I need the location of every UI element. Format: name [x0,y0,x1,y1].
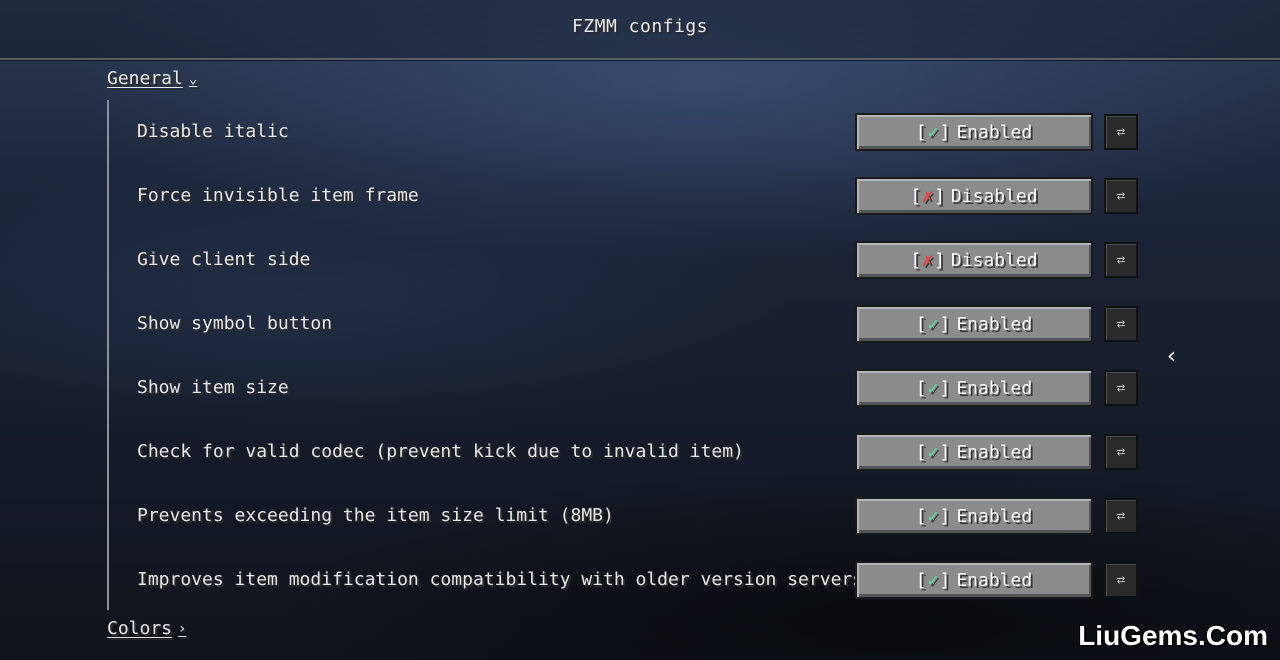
reset-icon[interactable]: ⇄ [1104,434,1138,470]
toggle-button-check-valid-codec[interactable]: [✓] Enabled [855,433,1093,471]
section-general-label: General [107,68,183,89]
toggle-state: Enabled [956,313,1033,335]
option-row: Disable italic [✓] Enabled ⇄ [137,113,1138,151]
option-row: Check for valid codec (prevent kick due … [137,433,1138,471]
option-label: Disable italic [137,121,289,142]
section-colors-label: Colors [107,618,173,639]
chevron-left-icon[interactable]: ‹ [1165,344,1178,369]
title-bar: FZMM configs [0,0,1280,60]
toggle-state: Enabled [956,441,1033,463]
check-icon: [✓] [915,377,951,399]
option-row: Force invisible item frame [✗] Disabled … [137,177,1138,215]
page-title: FZMM configs [571,16,709,37]
chevron-right-icon: › [178,620,187,637]
toggle-button-disable-italic[interactable]: [✓] Enabled [855,113,1093,151]
toggle-state: Disabled [950,185,1038,207]
check-icon: [✓] [915,569,951,591]
reset-icon[interactable]: ⇄ [1104,498,1138,534]
toggle-button-item-size-limit[interactable]: [✓] Enabled [855,497,1093,535]
option-label: Give client side [137,249,311,270]
reset-icon[interactable]: ⇄ [1104,370,1138,406]
reset-icon[interactable]: ⇄ [1104,306,1138,342]
toggle-button-give-client-side[interactable]: [✗] Disabled [855,241,1093,279]
reset-icon[interactable]: ⇄ [1104,114,1138,150]
section-colors-header[interactable]: Colors › [107,618,186,639]
reset-icon[interactable]: ⇄ [1104,178,1138,214]
toggle-state: Enabled [956,569,1033,591]
toggle-state: Enabled [956,377,1033,399]
toggle-state: Enabled [956,121,1033,143]
reset-icon[interactable]: ⇄ [1104,562,1138,598]
toggle-button-force-invisible-item-frame[interactable]: [✗] Disabled [855,177,1093,215]
option-label: Prevents exceeding the item size limit (… [137,505,614,526]
option-row: Improves item modification compatibility… [137,561,1138,599]
option-label: Show symbol button [137,313,333,334]
option-row: Prevents exceeding the item size limit (… [137,497,1138,535]
cross-icon: [✗] [910,249,945,271]
toggle-button-show-symbol-button[interactable]: [✓] Enabled [855,305,1093,343]
check-icon: [✓] [915,313,951,335]
option-label: Check for valid codec (prevent kick due … [137,441,744,462]
check-icon: [✓] [915,441,951,463]
option-label: Improves item modification compatibility… [137,569,864,590]
toggle-state: Enabled [956,505,1033,527]
option-row: Give client side [✗] Disabled ⇄ [137,241,1138,279]
check-icon: [✓] [915,121,951,143]
toggle-button-older-version-compat[interactable]: [✓] Enabled [855,561,1093,599]
reset-icon[interactable]: ⇄ [1104,242,1138,278]
chevron-down-icon: ⌄ [188,70,198,87]
option-label: Show item size [137,377,289,398]
watermark: LiuGems.Com [1078,620,1268,651]
option-row: Show symbol button [✓] Enabled ⇄ [137,305,1138,343]
section-tree-line [107,100,109,610]
cross-icon: [✗] [910,185,945,207]
check-icon: [✓] [915,505,951,527]
toggle-button-show-item-size[interactable]: [✓] Enabled [855,369,1093,407]
option-row: Show item size [✓] Enabled ⇄ [137,369,1138,407]
section-general-header[interactable]: General ⌄ [107,68,197,89]
option-label: Force invisible item frame [137,185,419,206]
toggle-state: Disabled [950,249,1038,271]
